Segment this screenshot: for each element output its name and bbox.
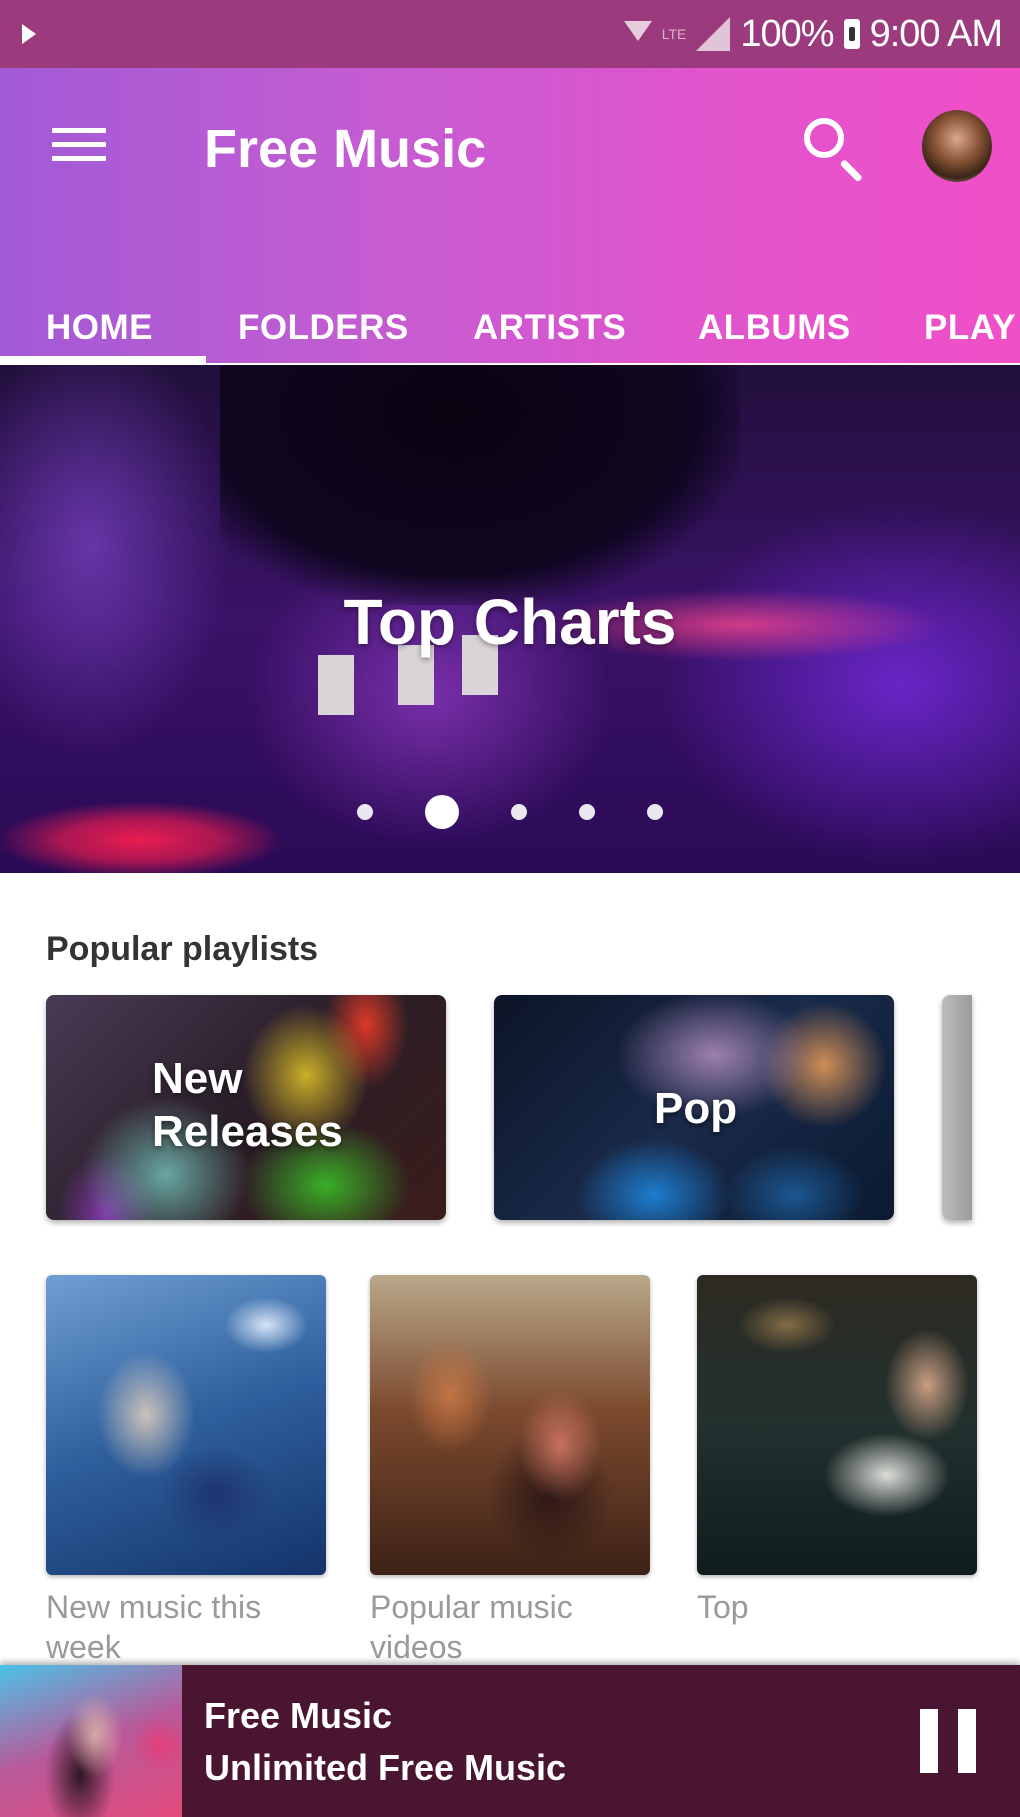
- status-bar: LTE 100% 9:00 AM: [0, 0, 1020, 68]
- tab-playlists[interactable]: PLAY: [924, 308, 1016, 348]
- playlist-card-pop[interactable]: Pop: [494, 995, 894, 1220]
- hero-banner[interactable]: Top Charts: [0, 365, 1020, 873]
- battery-icon: [843, 19, 860, 49]
- carousel-dot[interactable]: [647, 804, 663, 820]
- video-card-popular-videos[interactable]: Popular music videos: [370, 1275, 650, 1667]
- playlist-label-line: Releases: [152, 1106, 343, 1156]
- pause-icon[interactable]: [920, 1709, 978, 1773]
- video-thumbnail: [697, 1275, 977, 1575]
- hero-image-hand: [220, 365, 740, 605]
- app-bar: Free Music HOME FOLDERS ARTISTS ALBUMS P…: [0, 68, 1020, 363]
- video-thumbnail: [370, 1275, 650, 1575]
- video-caption: Top: [697, 1589, 749, 1625]
- app-title: Free Music: [204, 119, 487, 179]
- active-tab-indicator: [0, 356, 206, 363]
- tab-home[interactable]: HOME: [46, 308, 153, 348]
- video-card-top[interactable]: Top: [697, 1275, 977, 1627]
- popular-playlists-heading: Popular playlists: [46, 930, 319, 968]
- tab-albums[interactable]: ALBUMS: [698, 308, 851, 348]
- carousel-dot-active[interactable]: [425, 795, 459, 829]
- clock: 9:00 AM: [869, 12, 1003, 55]
- hamburger-menu-icon[interactable]: [52, 128, 106, 168]
- video-caption: New music this week: [46, 1589, 262, 1665]
- now-playing-title: Free Music: [204, 1695, 393, 1736]
- tab-folders[interactable]: FOLDERS: [238, 308, 409, 348]
- battery-percent: 100%: [740, 12, 834, 55]
- playlist-label: Pop: [654, 1084, 738, 1133]
- signal-icon: [696, 17, 731, 51]
- video-card-new-music[interactable]: New music this week: [46, 1275, 326, 1667]
- search-icon[interactable]: [800, 114, 870, 184]
- now-playing-artwork: [0, 1665, 182, 1817]
- carousel-indicator: [0, 795, 1020, 829]
- user-avatar[interactable]: [922, 110, 992, 182]
- hero-title: Top Charts: [343, 586, 677, 658]
- now-playing-bar[interactable]: Free Music Unlimited Free Music: [0, 1665, 1020, 1817]
- status-bar-right: LTE 100% 9:00 AM: [623, 12, 1003, 56]
- playlist-label-line: New: [152, 1054, 243, 1103]
- carousel-dot[interactable]: [511, 804, 527, 820]
- playlist-label: New Releases: [152, 1053, 343, 1159]
- now-playing-subtitle: Unlimited Free Music: [204, 1747, 567, 1788]
- hero-image-fader: [318, 655, 354, 715]
- tab-artists[interactable]: ARTISTS: [473, 308, 626, 348]
- video-caption: Popular music videos: [370, 1589, 573, 1665]
- tab-bar: HOME FOLDERS ARTISTS ALBUMS PLAY: [0, 268, 1020, 363]
- playlist-card-new-releases[interactable]: New Releases: [46, 995, 446, 1220]
- wifi-icon: [623, 19, 652, 49]
- playlist-card-partial[interactable]: [942, 995, 972, 1220]
- play-icon: [22, 24, 36, 44]
- carousel-dot[interactable]: [579, 804, 595, 820]
- video-thumbnail: [46, 1275, 326, 1575]
- carousel-dot[interactable]: [357, 804, 373, 820]
- network-label: LTE: [661, 26, 687, 42]
